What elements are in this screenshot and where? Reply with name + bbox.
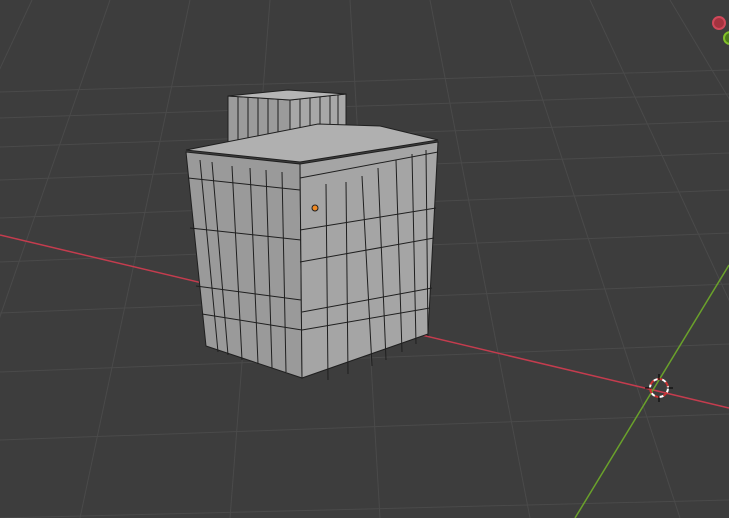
- left-wall: [185, 151, 303, 379]
- right-wall: [299, 141, 439, 379]
- 3d-viewport[interactable]: [0, 0, 729, 518]
- viewport-scene[interactable]: [0, 0, 729, 518]
- x-axis-gizmo-icon[interactable]: [712, 16, 726, 30]
- object-origin-dot[interactable]: [311, 204, 319, 212]
- 3d-cursor-icon[interactable]: [645, 374, 673, 402]
- building-mesh[interactable]: [185, 89, 439, 381]
- y-axis-line: [574, 264, 729, 518]
